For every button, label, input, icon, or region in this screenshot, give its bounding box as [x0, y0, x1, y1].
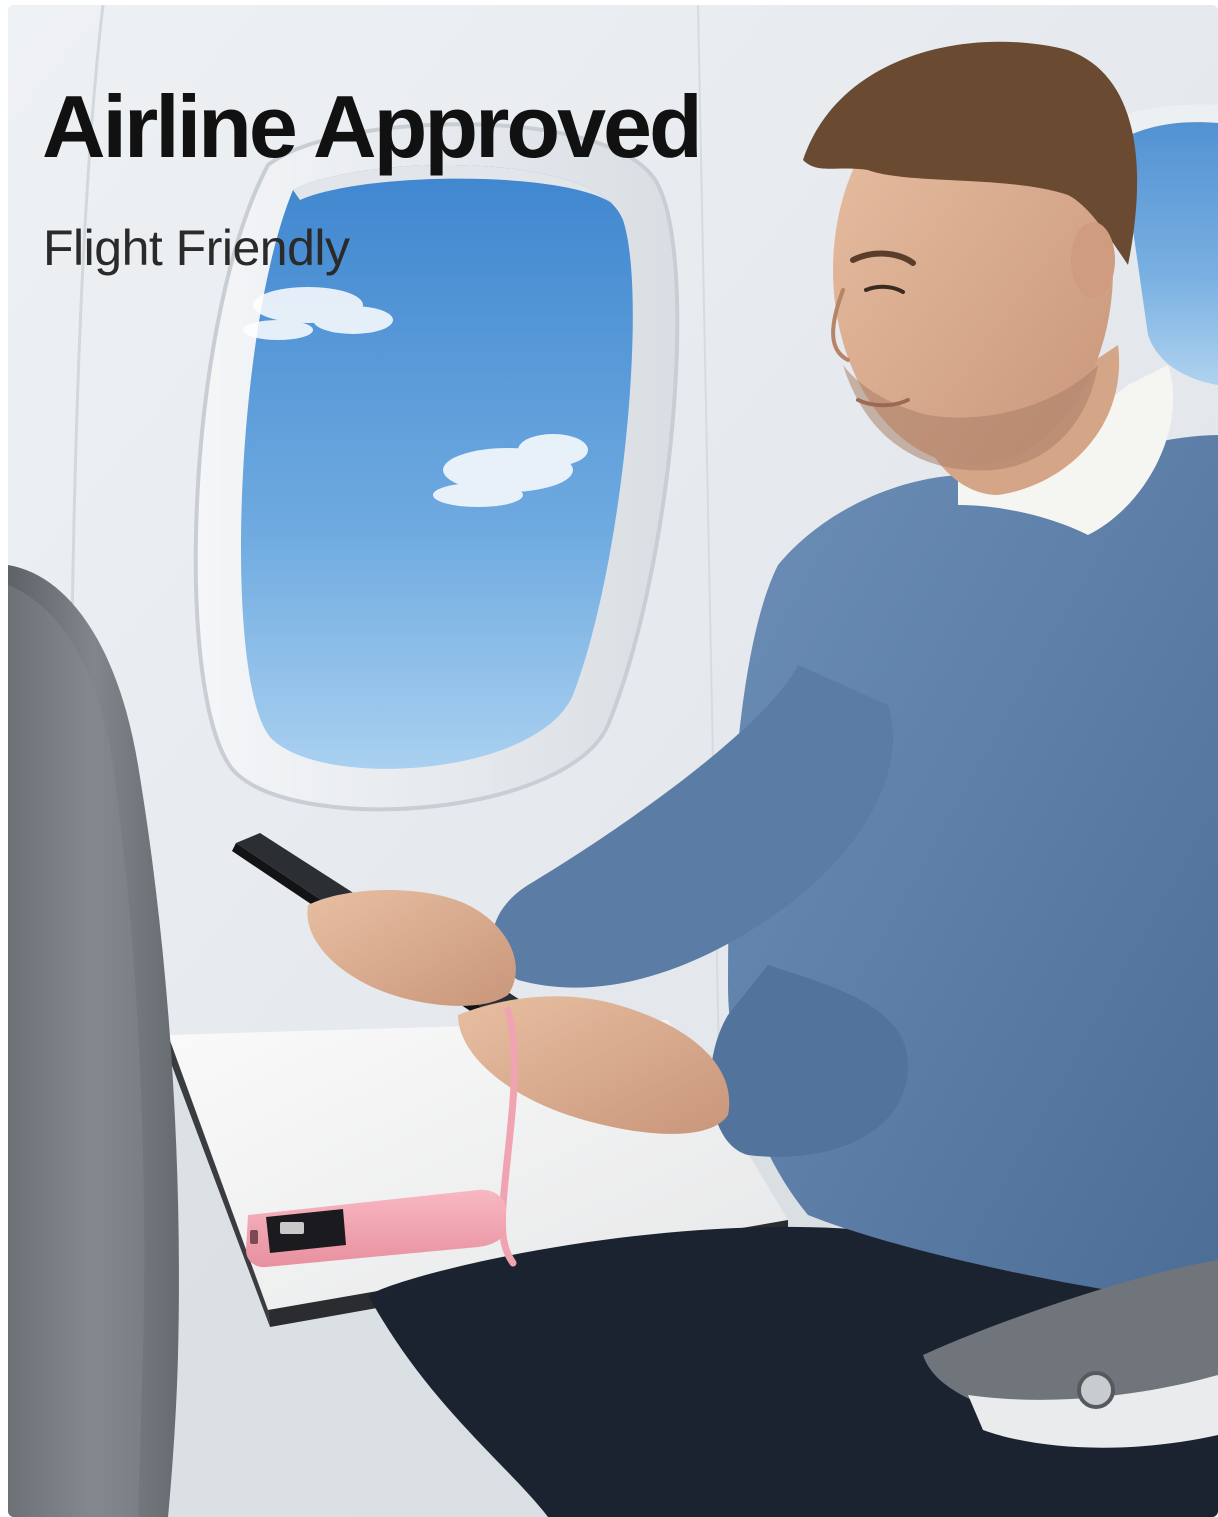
product-photo-scene: Airline Approved Flight Friendly [8, 5, 1218, 1517]
headline: Airline Approved [42, 77, 703, 176]
subheadline: Flight Friendly [43, 220, 350, 276]
